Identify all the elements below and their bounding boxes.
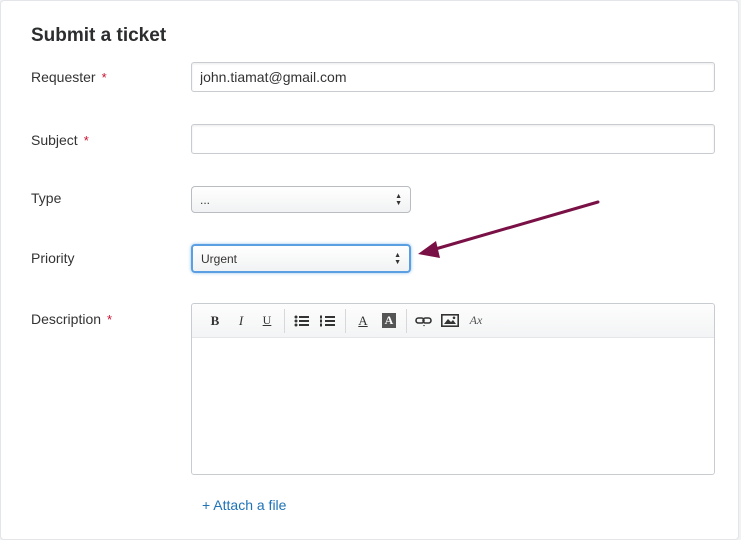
- background-color-icon: A: [381, 313, 397, 328]
- subject-label-text: Subject: [31, 132, 78, 148]
- numbered-list-icon: [320, 315, 335, 326]
- requester-label: Requester *: [31, 69, 107, 85]
- subject-label: Subject *: [31, 132, 89, 148]
- color-group: A A: [346, 309, 406, 333]
- bold-button[interactable]: B: [202, 310, 228, 332]
- requester-label-text: Requester: [31, 69, 96, 85]
- select-arrows-icon: ▲ ▼: [394, 251, 401, 266]
- editor-toolbar: B I U A A Ax: [192, 304, 714, 338]
- description-editor: B I U A A Ax: [191, 303, 715, 475]
- numbered-list-button[interactable]: [315, 310, 341, 332]
- required-marker: *: [101, 70, 107, 85]
- background-color-button[interactable]: A: [376, 310, 402, 332]
- clear-format-button[interactable]: Ax: [463, 310, 489, 332]
- bulleted-list-icon: [294, 315, 309, 326]
- italic-button[interactable]: I: [228, 310, 254, 332]
- link-button[interactable]: [411, 310, 437, 332]
- attach-file-link[interactable]: + Attach a file: [202, 497, 286, 513]
- image-icon: [441, 314, 459, 327]
- subject-input[interactable]: [191, 124, 715, 154]
- select-arrows-icon: ▲ ▼: [395, 192, 402, 207]
- priority-selected-value: Urgent: [201, 251, 238, 266]
- description-label: Description *: [31, 311, 112, 327]
- ticket-form-card: Submit a ticket Requester * Subject * Type…: [0, 0, 739, 540]
- required-marker: *: [83, 133, 89, 148]
- list-group: [285, 309, 345, 333]
- priority-label: Priority: [31, 250, 75, 266]
- link-icon: [415, 316, 432, 326]
- required-marker: *: [107, 312, 113, 327]
- description-label-text: Description: [31, 311, 102, 327]
- page-title: Submit a ticket: [31, 25, 167, 46]
- image-button[interactable]: [437, 310, 463, 332]
- type-label: Type: [31, 190, 62, 206]
- type-select[interactable]: ... ▲ ▼: [191, 186, 411, 213]
- requester-input[interactable]: [191, 62, 715, 92]
- underline-button[interactable]: U: [254, 310, 280, 332]
- insert-group: Ax: [407, 309, 493, 333]
- bulleted-list-button[interactable]: [289, 310, 315, 332]
- priority-select[interactable]: Urgent ▲ ▼: [191, 244, 411, 273]
- text-style-group: B I U: [198, 309, 284, 333]
- text-color-button[interactable]: A: [350, 310, 376, 332]
- type-selected-value: ...: [200, 192, 211, 207]
- description-textarea[interactable]: [192, 338, 714, 474]
